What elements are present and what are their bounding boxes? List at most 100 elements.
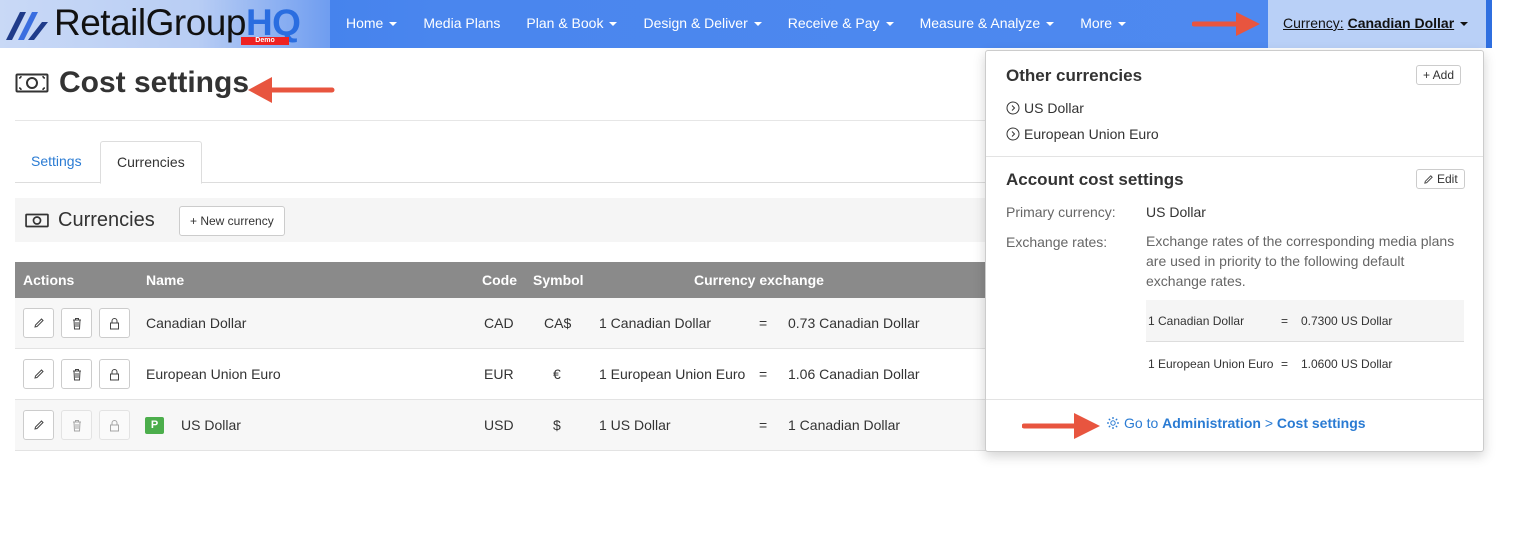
annotation-arrow-icon — [248, 77, 335, 103]
chevron-down-icon — [389, 22, 398, 27]
other-currency-item[interactable]: European Union Euro — [1006, 126, 1159, 142]
currency-symbol: $ — [553, 417, 561, 433]
nav-media-plans[interactable]: Media Plans — [410, 0, 513, 48]
primary-currency-label: Primary currency: — [1006, 204, 1116, 220]
annotation-arrow-icon — [1192, 12, 1260, 36]
nav-plan-book[interactable]: Plan & Book — [513, 0, 630, 48]
currency-dropdown-panel: Other currencies + Add US Dollar Europea… — [985, 50, 1484, 452]
money-icon — [25, 213, 49, 227]
pencil-icon — [33, 369, 44, 379]
col-symbol: Symbol — [533, 272, 584, 288]
exchange-equals: = — [759, 315, 768, 331]
exchange-to: 0.73 Canadian Dollar — [788, 315, 920, 331]
delete-button[interactable] — [61, 359, 92, 389]
add-currency-button[interactable]: + Add — [1416, 65, 1462, 85]
top-navbar: RetailGroupHQ Demo Home Media Plans Plan… — [0, 0, 1492, 48]
table-row: P US Dollar USD $ 1 US Dollar = 1 Canadi… — [15, 400, 990, 451]
exchange-from: 1 Canadian Dollar — [599, 315, 712, 331]
currency-symbol: CA$ — [544, 315, 572, 331]
new-currency-button[interactable]: + New currency — [179, 206, 285, 236]
lock-button[interactable] — [99, 308, 130, 338]
page: RetailGroupHQ Demo Home Media Plans Plan… — [0, 0, 1521, 544]
chevron-down-icon — [885, 22, 894, 27]
lock-icon — [110, 419, 119, 431]
table-header: Actions Name Code Symbol Currency exchan… — [15, 262, 990, 298]
nav-receive-pay[interactable]: Receive & Pay — [775, 0, 907, 48]
chevron-down-icon — [609, 22, 618, 27]
exchange-rate-row: 1 Canadian Dollar = 0.7300 US Dollar — [1146, 300, 1464, 342]
currency-name: European Union Euro — [146, 366, 281, 382]
trash-icon — [72, 317, 81, 329]
nav-menu: Home Media Plans Plan & Book Design & De… — [333, 0, 1139, 48]
tab-settings[interactable]: Settings — [15, 141, 98, 183]
lock-button — [99, 410, 130, 440]
account-cost-settings-title: Account cost settings — [1006, 170, 1184, 189]
exchange-to: 1 Canadian Dollar — [788, 417, 901, 433]
currency-code: EUR — [484, 366, 514, 382]
currencies-table: Actions Name Code Symbol Currency exchan… — [15, 262, 990, 451]
tab-currencies[interactable]: Currencies — [100, 141, 202, 184]
go-to-admin-cost-settings-link[interactable]: Go to Administration > Cost settings — [1106, 415, 1366, 431]
currency-name: US Dollar — [181, 417, 241, 433]
currency-code: USD — [484, 417, 514, 433]
pencil-icon — [1424, 174, 1433, 184]
nav-more[interactable]: More — [1067, 0, 1139, 48]
nav-measure-analyze[interactable]: Measure & Analyze — [907, 0, 1068, 48]
col-exchange: Currency exchange — [694, 272, 824, 288]
brand-logo-link[interactable]: RetailGroupHQ Demo — [0, 0, 330, 48]
table-row: Canadian Dollar CAD CA$ 1 Canadian Dolla… — [15, 298, 990, 349]
trash-icon — [72, 368, 81, 380]
delete-button — [61, 410, 92, 440]
chevron-circle-right-icon — [1006, 127, 1020, 141]
pencil-icon — [33, 318, 44, 328]
pencil-icon — [33, 420, 44, 430]
exchange-rates-label: Exchange rates: — [1006, 234, 1108, 250]
currency-code: CAD — [484, 315, 514, 331]
other-currencies-title: Other currencies — [1006, 66, 1143, 85]
divider — [15, 120, 990, 121]
edit-button[interactable] — [23, 308, 54, 338]
chevron-down-icon — [753, 22, 762, 27]
money-icon — [15, 73, 49, 93]
annotation-arrow-icon — [1022, 413, 1100, 439]
edit-settings-button[interactable]: Edit — [1416, 169, 1465, 189]
lock-icon — [110, 368, 119, 380]
exchange-rate-row: 1 European Union Euro = 1.0600 US Dollar — [1148, 357, 1393, 371]
delete-button[interactable] — [61, 308, 92, 338]
edit-button[interactable] — [23, 359, 54, 389]
chevron-circle-right-icon — [1006, 101, 1020, 115]
col-name: Name — [146, 272, 185, 288]
page-title: Cost settings — [15, 66, 249, 100]
chevron-down-icon — [1460, 22, 1469, 27]
exchange-to: 1.06 Canadian Dollar — [788, 366, 920, 382]
exchange-from: 1 European Union Euro — [599, 366, 746, 382]
nav-home[interactable]: Home — [333, 0, 410, 48]
exchange-rates-note: Exchange rates of the corresponding medi… — [1146, 233, 1455, 289]
nav-design-deliver[interactable]: Design & Deliver — [630, 0, 774, 48]
lock-icon — [110, 317, 119, 329]
currency-dropdown-toggle[interactable]: Currency: Canadian Dollar — [1268, 0, 1490, 48]
chevron-down-icon — [1118, 22, 1127, 27]
divider — [986, 399, 1483, 400]
currencies-section-header: Currencies + New currency — [15, 198, 990, 242]
currency-value: Canadian Dollar — [1347, 15, 1455, 31]
gear-icon — [1107, 417, 1119, 429]
brand-logo-icon — [6, 12, 48, 40]
edit-button[interactable] — [23, 410, 54, 440]
section-title: Currencies — [25, 209, 155, 232]
table-row: European Union Euro EUR € 1 European Uni… — [15, 349, 990, 400]
exchange-equals: = — [759, 417, 768, 433]
exchange-from: 1 US Dollar — [599, 417, 671, 433]
other-currency-item[interactable]: US Dollar — [1006, 100, 1084, 116]
chevron-down-icon — [1046, 22, 1055, 27]
col-code: Code — [482, 272, 517, 288]
lock-button[interactable] — [99, 359, 130, 389]
primary-badge: P — [145, 417, 164, 434]
tabs: Settings Currencies — [15, 141, 990, 184]
col-actions: Actions — [23, 272, 75, 288]
navbar-edge — [1486, 0, 1492, 48]
exchange-equals: = — [759, 366, 768, 382]
currency-name: Canadian Dollar — [146, 315, 247, 331]
primary-currency-value: US Dollar — [1146, 204, 1206, 220]
currency-symbol: € — [553, 366, 561, 382]
